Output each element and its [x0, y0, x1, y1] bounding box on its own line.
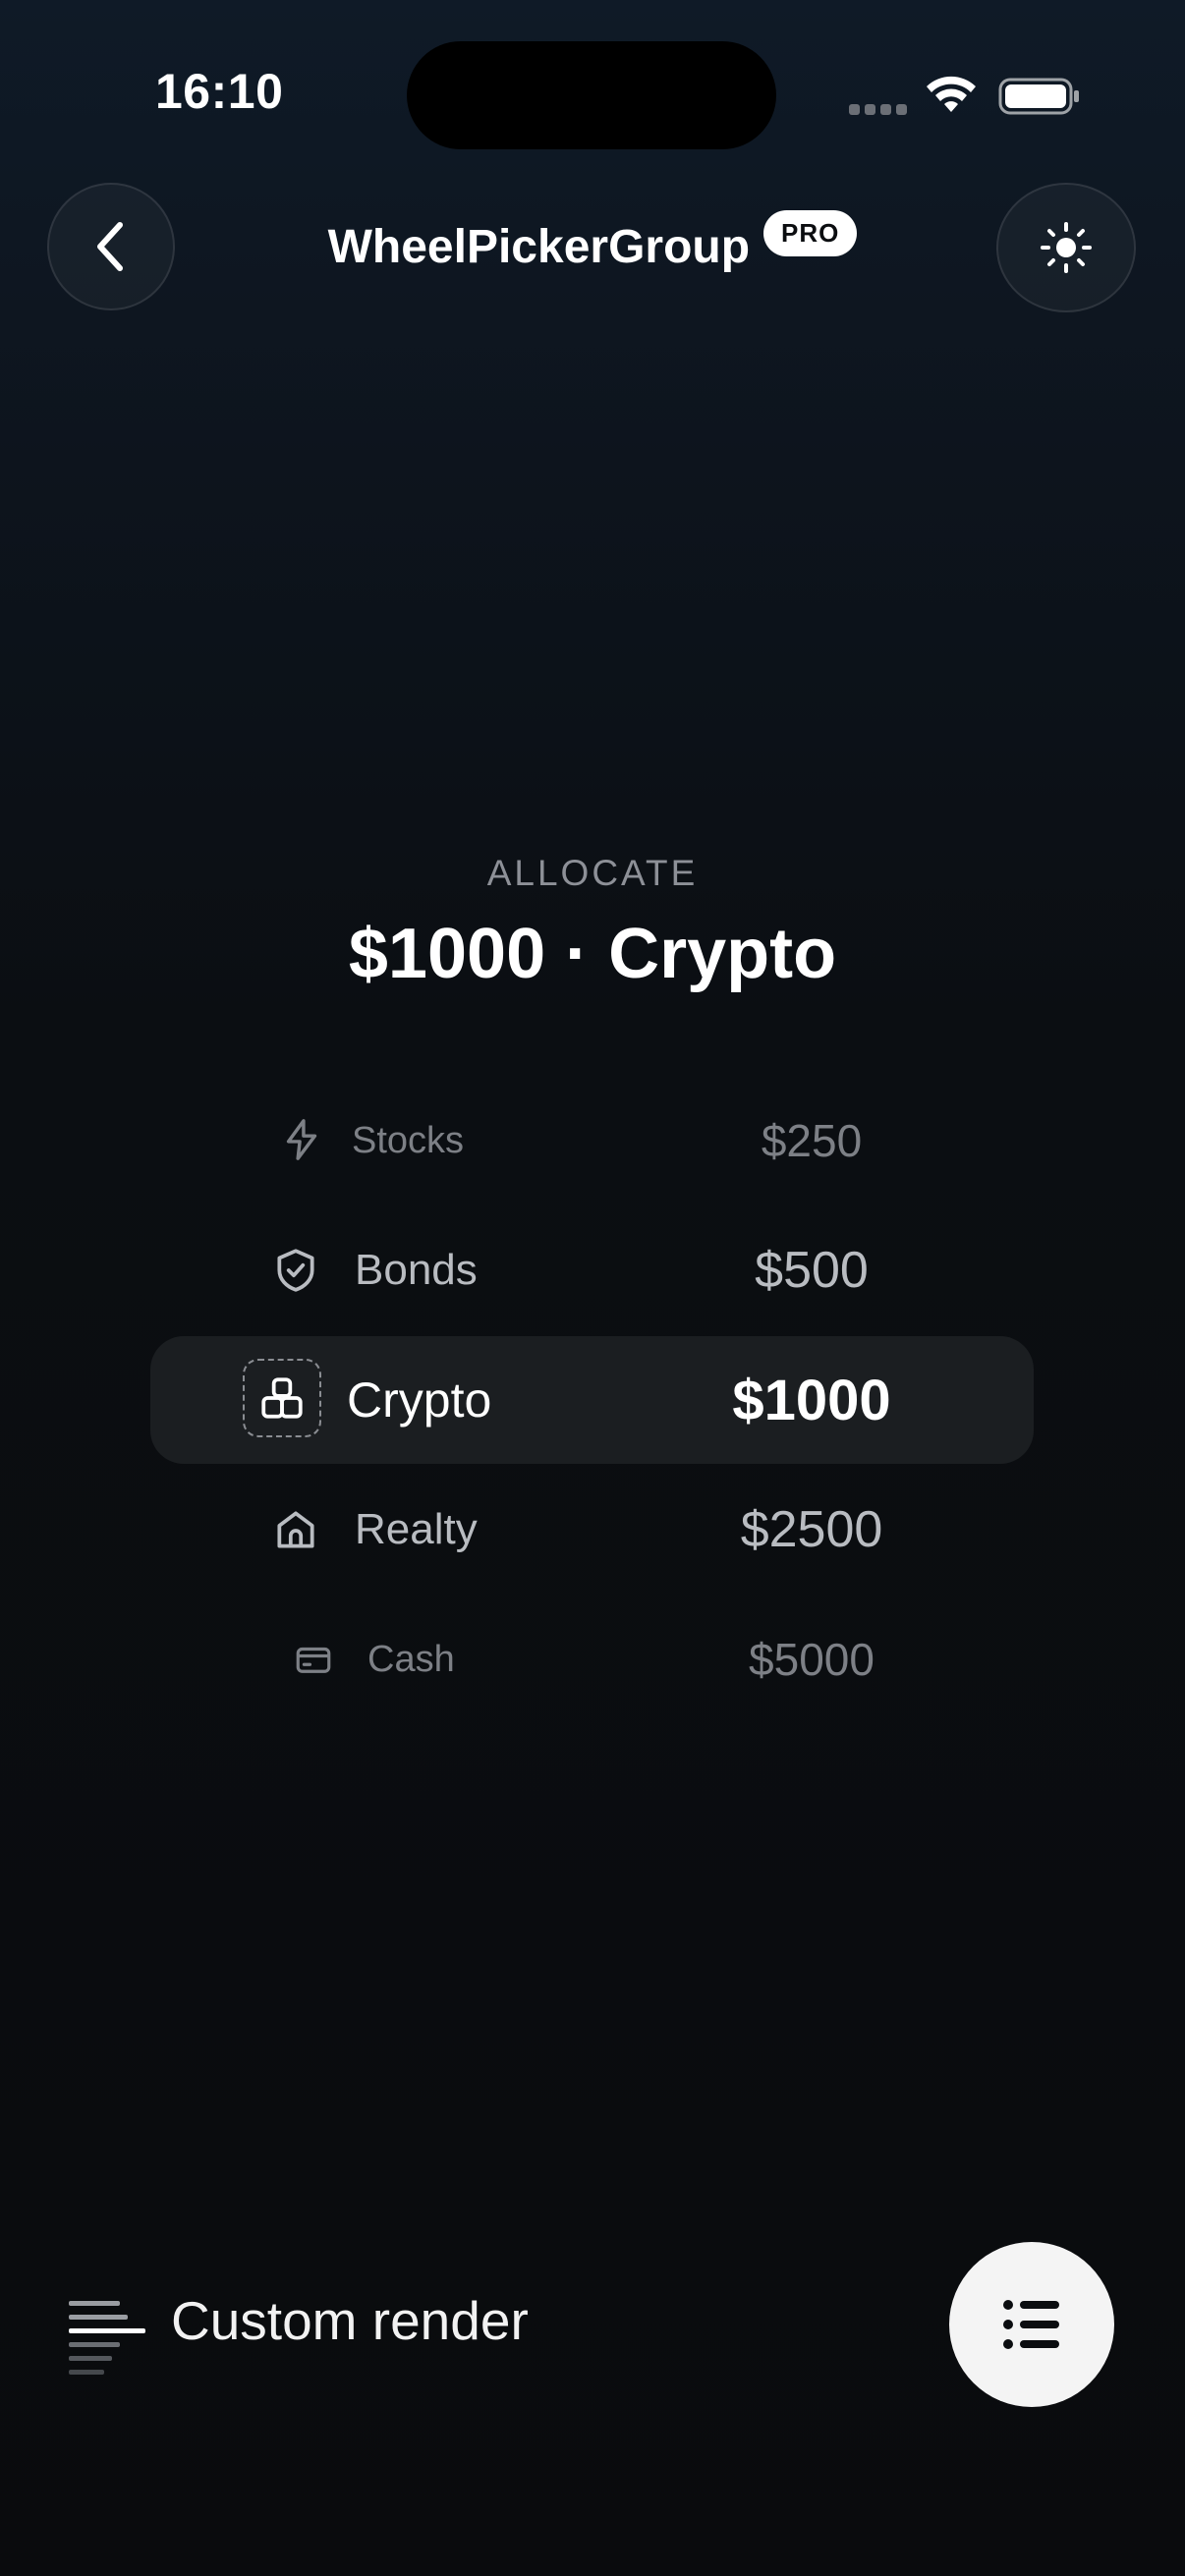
- wheel-item-bonds[interactable]: Bonds $500: [150, 1206, 1034, 1334]
- list-icon: [1003, 2300, 1059, 2349]
- allocate-label: ALLOCATE: [486, 853, 699, 893]
- mode-label: Custom render: [171, 2290, 529, 2351]
- lightning-icon: [279, 1117, 324, 1162]
- battery-icon: [998, 78, 1079, 115]
- wheel-item-cash[interactable]: Cash $5000: [150, 1596, 1034, 1723]
- allocation-summary: $1000 · Crypto: [348, 915, 837, 993]
- wheel-item-value: $1000: [732, 1368, 891, 1432]
- screen: 16:10 WheelPickerGroup PRO ALLOCATE $100…: [0, 0, 1185, 2576]
- wheel-item-label: Bonds: [355, 1246, 478, 1294]
- wheel-item-label: Realty: [355, 1505, 478, 1553]
- wheel-item-label: Crypto: [347, 1372, 492, 1428]
- page-title: WheelPickerGroup: [327, 221, 751, 273]
- wheel-item-value: $500: [755, 1242, 869, 1299]
- credit-card-icon: [293, 1639, 334, 1680]
- wheel-item-value: $250: [761, 1115, 863, 1166]
- theme-toggle-button[interactable]: [996, 183, 1136, 312]
- sun-icon: [1041, 222, 1092, 273]
- wheel-item-value: $5000: [749, 1634, 875, 1685]
- wifi-icon: [927, 76, 976, 112]
- home-icon: [271, 1505, 320, 1554]
- dynamic-island: [407, 41, 776, 149]
- blocks-icon: [243, 1359, 321, 1437]
- wheel-item-value: $2500: [740, 1501, 883, 1558]
- shield-check-icon: [271, 1246, 320, 1295]
- menu-button[interactable]: [949, 2242, 1114, 2407]
- wheel-item-crypto[interactable]: Crypto $1000: [150, 1336, 1034, 1464]
- pro-badge: PRO: [763, 210, 858, 256]
- wheel-item-stocks[interactable]: Stocks $250: [150, 1077, 1034, 1204]
- status-time: 16:10: [155, 64, 284, 119]
- cellular-signal-icon: [849, 102, 908, 116]
- text-lines-icon: [69, 2301, 145, 2375]
- wheel-item-label: Stocks: [352, 1119, 465, 1161]
- wheel-item-realty[interactable]: Realty $2500: [150, 1466, 1034, 1594]
- wheel-item-label: Cash: [367, 1638, 455, 1680]
